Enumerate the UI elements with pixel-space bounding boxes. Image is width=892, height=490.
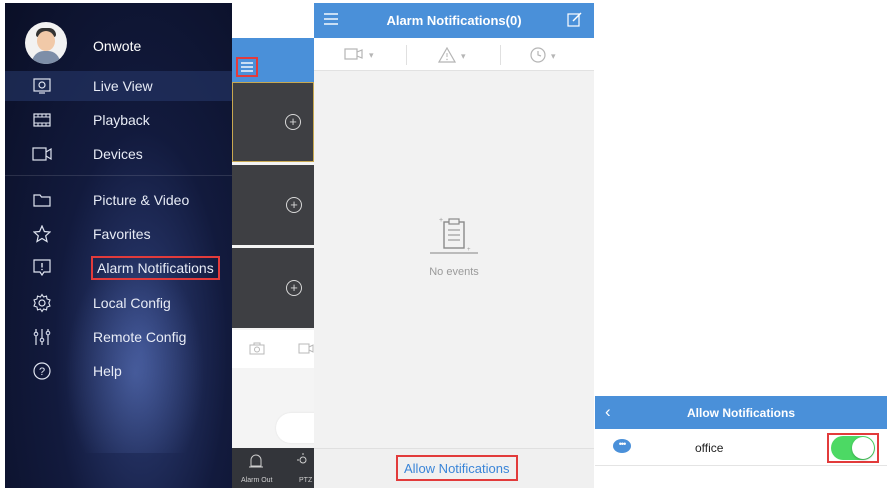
page-title: Allow Notifications <box>687 406 795 420</box>
screenshot-stage: Onwote Live View Playback Devices Pictur… <box>0 0 892 490</box>
snapshot-icon[interactable] <box>249 342 265 360</box>
alarm-type-filter[interactable]: ▾ <box>437 46 466 65</box>
menu-item-help[interactable]: ? Help <box>5 356 232 386</box>
menu-item-favorites[interactable]: Favorites <box>5 219 232 249</box>
toggle-highlight <box>827 433 879 463</box>
chevron-down-icon: ▾ <box>461 50 466 61</box>
menu-item-label: Live View <box>93 78 153 94</box>
empty-state: + + No events <box>314 213 594 278</box>
chat-bubble-icon: ••• <box>613 439 631 453</box>
folder-icon <box>31 189 53 211</box>
allow-notifications-button[interactable]: Allow Notifications <box>396 455 518 481</box>
video-tile[interactable]: + <box>232 82 314 162</box>
clock-filter-icon <box>530 47 546 65</box>
allow-notifications-screen: ‹ Allow Notifications ••• office <box>595 396 887 466</box>
camera-device-icon <box>31 143 53 165</box>
drawer-background-glow <box>65 253 205 453</box>
user-name: Onwote <box>93 38 142 54</box>
live-bottom-bar: Alarm Out PTZ <box>232 448 314 488</box>
menu-item-alarm-notifications[interactable]: Alarm Notifications <box>5 253 232 283</box>
side-drawer: Onwote Live View Playback Devices Pictur… <box>5 3 232 488</box>
live-view-icon <box>31 75 53 97</box>
time-filter[interactable]: ▾ <box>530 47 556 65</box>
allow-header: ‹ Allow Notifications <box>595 396 887 429</box>
live-view-panel: + + + Alarm Out PTZ <box>232 38 314 488</box>
video-tile[interactable]: + <box>232 248 314 328</box>
menu-item-label: Favorites <box>93 226 151 242</box>
user-avatar-icon[interactable] <box>25 22 67 64</box>
star-icon <box>31 223 53 245</box>
menu-divider <box>5 175 232 176</box>
add-camera-icon[interactable]: + <box>286 280 302 296</box>
alarm-out-icon[interactable] <box>248 453 264 474</box>
live-toolbar <box>232 330 314 368</box>
notification-device-row: ••• office <box>595 429 887 466</box>
menu-item-label-highlighted: Alarm Notifications <box>91 256 220 280</box>
alarm-out-label: Alarm Out <box>241 477 273 484</box>
chevron-down-icon: ▾ <box>369 49 374 60</box>
pill-button[interactable] <box>276 413 314 443</box>
alarm-notifications-screen: Alarm Notifications(0) ▾ ▾ ▾ + + No even… <box>314 3 594 488</box>
sliders-icon <box>31 326 53 348</box>
record-icon[interactable] <box>298 342 314 360</box>
menu-item-label: Playback <box>93 112 150 128</box>
svg-text:?: ? <box>39 366 45 378</box>
video-tile[interactable]: + <box>232 165 314 245</box>
help-icon: ? <box>31 360 53 382</box>
filter-divider <box>406 45 407 65</box>
warning-filter-icon <box>437 46 457 65</box>
device-name: office <box>695 441 724 455</box>
notification-toggle[interactable] <box>831 436 875 460</box>
chevron-down-icon: ▾ <box>551 50 556 61</box>
menu-icon[interactable] <box>236 57 258 77</box>
menu-item-label: Devices <box>93 146 143 162</box>
filter-bar: ▾ ▾ ▾ <box>314 38 594 71</box>
menu-item-label: Local Config <box>93 295 171 311</box>
edit-icon[interactable] <box>567 12 582 32</box>
page-title: Alarm Notifications(0) <box>386 13 522 28</box>
film-icon <box>31 109 53 131</box>
svg-text:+: + <box>439 217 443 224</box>
alarm-footer: Allow Notifications <box>314 448 594 488</box>
add-camera-icon[interactable]: + <box>286 197 302 213</box>
svg-text:+: + <box>467 247 471 253</box>
menu-item-playback[interactable]: Playback <box>5 105 232 135</box>
menu-item-label: Help <box>93 363 122 379</box>
ptz-label: PTZ <box>299 477 313 484</box>
empty-clipboard-icon: + + <box>424 217 484 261</box>
menu-item-label: Picture & Video <box>93 192 190 208</box>
menu-item-picture-video[interactable]: Picture & Video <box>5 185 232 215</box>
add-camera-icon[interactable]: + <box>285 114 301 130</box>
toggle-knob <box>852 437 874 459</box>
live-view-topbar <box>232 38 314 82</box>
gear-icon <box>31 292 53 314</box>
camera-filter-icon <box>344 47 364 63</box>
filter-divider <box>500 45 501 65</box>
menu-item-live-view[interactable]: Live View <box>5 71 232 101</box>
menu-item-remote-config[interactable]: Remote Config <box>5 322 232 352</box>
camera-filter[interactable]: ▾ <box>344 47 374 63</box>
alarm-icon <box>31 257 53 279</box>
ptz-icon[interactable] <box>296 452 310 473</box>
menu-item-devices[interactable]: Devices <box>5 139 232 169</box>
menu-item-local-config[interactable]: Local Config <box>5 288 232 318</box>
menu-item-label: Remote Config <box>93 329 187 345</box>
empty-state-text: No events <box>429 266 479 278</box>
alarm-header: Alarm Notifications(0) <box>314 3 594 38</box>
